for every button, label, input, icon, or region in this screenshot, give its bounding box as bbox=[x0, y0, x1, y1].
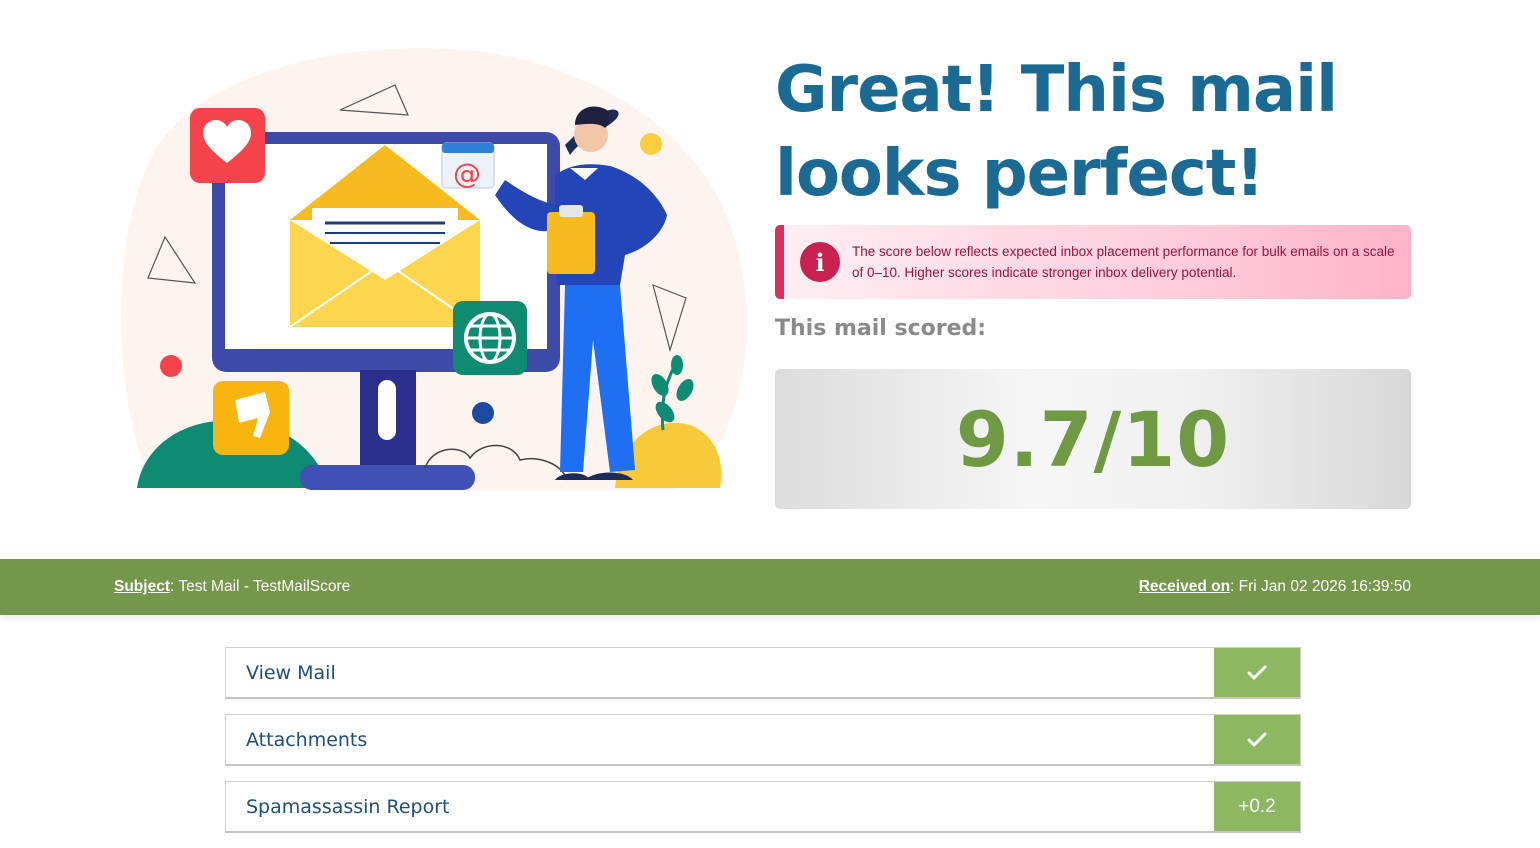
hero-section: @ Great! This mail looks perfect! i The … bbox=[0, 0, 1540, 559]
check-icon bbox=[1214, 648, 1300, 697]
score-value: 9.7/10 bbox=[955, 394, 1231, 484]
spamassassin-score-badge: +0.2 bbox=[1214, 782, 1300, 831]
section-label: Spamassassin Report bbox=[246, 795, 450, 818]
section-label: Attachments bbox=[246, 728, 368, 751]
subject-key: Subject bbox=[114, 578, 170, 595]
received-value: : Fri Jan 02 2026 16:39:50 bbox=[1230, 578, 1411, 595]
headline: Great! This mail looks perfect! bbox=[775, 53, 1338, 211]
score-info-text: The score below reflects expected inbox … bbox=[852, 244, 1395, 280]
section-spamassassin-report[interactable]: Spamassassin Report +0.2 bbox=[225, 781, 1301, 833]
svg-text:@: @ bbox=[453, 157, 481, 190]
report-sections: View Mail Attachments Spamassassin Repor… bbox=[225, 647, 1301, 848]
scored-label: This mail scored: bbox=[775, 316, 987, 341]
subject-value: : Test Mail - TestMailScore bbox=[169, 578, 351, 595]
mail-meta-bar: Subject: Test Mail - TestMailScore Recei… bbox=[0, 559, 1540, 615]
subject-info: Subject: Test Mail - TestMailScore bbox=[114, 578, 350, 596]
score-info-alert: i The score below reflects expected inbo… bbox=[775, 225, 1411, 299]
section-view-mail[interactable]: View Mail bbox=[225, 647, 1301, 699]
score-box: 9.7/10 bbox=[775, 369, 1411, 509]
info-icon: i bbox=[800, 242, 840, 282]
check-icon bbox=[1214, 715, 1300, 764]
received-key: Received on bbox=[1138, 578, 1231, 595]
email-illustration: @ bbox=[121, 48, 747, 491]
section-attachments[interactable]: Attachments bbox=[225, 714, 1301, 766]
received-info: Received on: Fri Jan 02 2026 16:39:50 bbox=[1139, 578, 1411, 596]
section-label: View Mail bbox=[246, 661, 336, 684]
